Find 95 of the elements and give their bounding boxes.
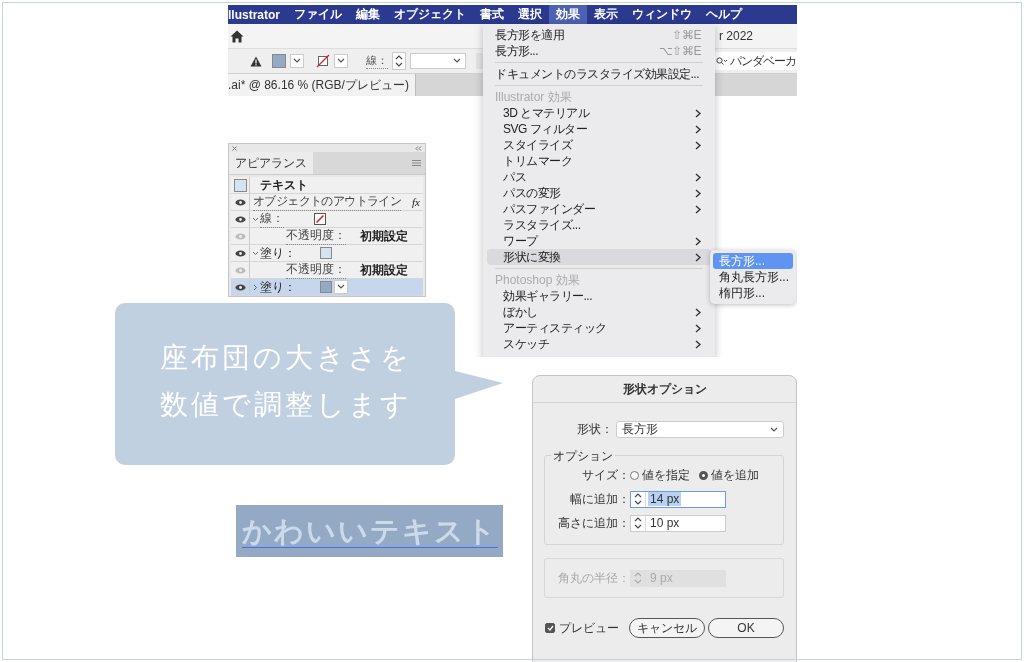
field-label: 角丸の半径： [557,569,630,587]
callout-text: 座布団の大きさを [160,341,412,375]
menu-item[interactable]: ワープ [487,233,711,249]
field-label: 高さに追加： [557,514,630,532]
menu-item[interactable]: ラスタライズ... [487,217,711,233]
home-icon[interactable] [230,29,244,43]
menu-item[interactable]: アーティスティック [487,320,711,336]
menu-item[interactable]: 効果ギャラリー... [487,288,711,304]
stepper-icon[interactable] [395,54,403,68]
callout-text: 数値で調整します [160,388,412,422]
chevron-down-icon [453,58,461,64]
stroke-label: 線： [366,53,388,69]
menu-bar-item[interactable]: 書式 [473,5,511,24]
number-field[interactable]: 10 px [630,514,726,532]
document-tab[interactable]: .ai* @ 86.16 % (RGB/プレビュー) [228,74,416,96]
fill-swatch[interactable] [320,247,332,259]
stepper-icon[interactable] [634,516,642,530]
chevron-down-icon [293,58,301,64]
preview-checkbox[interactable]: プレビュー [545,619,619,637]
chevron-down-icon [337,58,345,64]
shape-dropdown[interactable]: 長方形 [616,421,784,438]
menu-item[interactable]: スタイライズ [487,137,711,153]
menu-bar-item[interactable]: ウィンドウ [625,5,699,24]
warning-icon[interactable] [250,55,262,67]
stroke-swatch[interactable] [316,54,330,68]
menu-item[interactable]: 楕円形... [713,285,793,301]
eye-icon[interactable] [234,215,246,223]
menu-bar-item[interactable]: ファイル [287,5,349,24]
menu-item[interactable]: 長方形を適用 ⇧⌘E [487,27,711,43]
menu-item[interactable]: トリムマーク [487,153,711,169]
field-label: 幅に追加： [569,490,630,508]
menu-bar-item[interactable]: 選択 [511,5,549,24]
close-icon[interactable] [232,145,237,151]
radio-option[interactable]: 値を追加 [699,466,759,484]
dialog-title: 形状オプション [533,376,796,403]
menu-item[interactable]: ぼかし [487,304,711,320]
stroke-weight-field[interactable] [410,53,466,69]
menu-item[interactable]: パスの変形 [487,185,711,201]
menu-bar-item[interactable]: 効果 [549,5,587,24]
panel-row[interactable]: 線： [231,211,423,228]
menu-item[interactable]: 角丸長方形... [713,269,793,285]
group-label: オプション [551,448,615,465]
menu-item[interactable]: 長方形... ⌥⇧⌘E [487,43,711,59]
stepper-icon[interactable] [634,492,642,506]
eye-icon[interactable] [234,249,246,257]
chevron-right-icon[interactable] [252,283,258,291]
menu-bar-item[interactable]: オブジェクト [387,5,473,24]
row-label: テキスト [260,176,308,194]
menu-section-header: Photoshop 効果 [494,272,581,288]
menu-item[interactable]: 形状に変換 [487,249,711,265]
menu-item[interactable]: ドキュメントのラスタライズ効果設定... [487,66,711,82]
menu-bar-item[interactable]: llustrator [228,5,287,24]
menu-item[interactable]: スケッチ [487,336,711,352]
row-value: 初期設定 [360,227,408,245]
stroke-swatch[interactable] [314,213,326,225]
menu-bar-item[interactable]: 表示 [587,5,625,24]
app-title: r 2022 [718,29,753,43]
row-label[interactable]: 塗り： [260,244,296,262]
search-icon[interactable] [716,56,728,66]
menu-section-header: Illustrator 効果 [494,89,573,105]
panel-row[interactable]: 不透明度： 初期設定 [231,228,423,245]
panel-row[interactable]: テキスト [231,177,423,194]
row-value: 初期設定 [360,261,408,279]
eye-icon[interactable] [234,283,246,291]
chevron-down-icon [337,284,345,290]
radio-button[interactable] [699,470,708,480]
swatch [233,178,247,192]
menu-bar-item[interactable]: ヘルプ [699,5,749,24]
fx-button[interactable]: fx [412,196,420,208]
chevron-down-icon[interactable] [251,216,259,222]
menu-item[interactable]: パス [487,169,711,185]
fill-swatch[interactable] [272,54,286,68]
panel-row[interactable]: 不透明度： 初期設定 [231,262,423,279]
eye-icon[interactable] [234,198,246,206]
panel-tab[interactable]: アピアランス [229,152,313,174]
field-label: サイズ： [581,466,630,484]
radio-button[interactable] [630,470,639,480]
menu-item[interactable]: SVG フィルター [487,121,711,137]
menu-item[interactable]: パスファインダー [487,201,711,217]
menu-item[interactable]: 3D とマテリアル [487,105,711,121]
panel-row[interactable]: 塗り： [231,245,423,262]
chevron-down-icon [770,426,778,433]
font-field[interactable]: パンダベーカ [715,52,797,70]
field-label: 形状： [577,421,613,438]
panel-row[interactable]: オブジェクトのアウトライン fx [231,194,423,211]
number-field[interactable]: 14 px [630,490,726,508]
fill-swatch[interactable] [320,281,332,293]
row-label[interactable]: 塗り： [260,278,296,296]
radio-option[interactable]: 値を指定 [630,466,690,484]
ok-button[interactable]: OK [708,618,784,638]
menu-bar-item[interactable]: 編集 [349,5,387,24]
checkbox[interactable] [545,623,555,633]
cancel-button[interactable]: キャンセル [629,618,705,638]
panel-row[interactable]: 塗り： [231,279,423,296]
chevron-down-icon[interactable] [251,250,259,256]
